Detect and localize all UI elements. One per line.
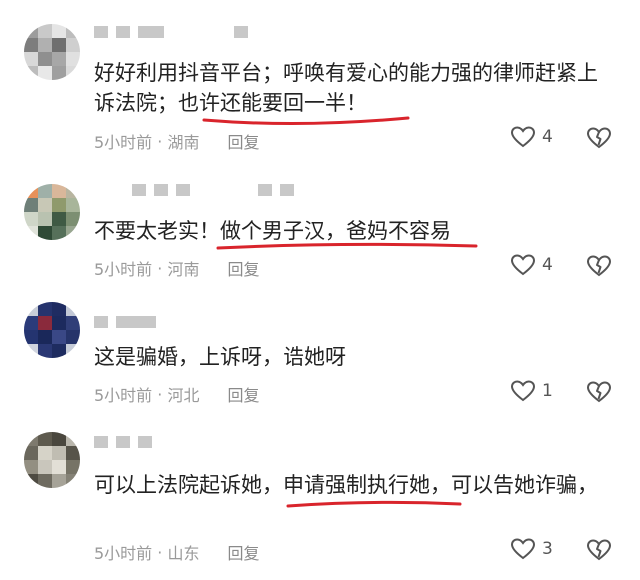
- username-blurred[interactable]: [94, 316, 156, 328]
- comment-location: 山东: [167, 544, 200, 563]
- like-count: 1: [542, 381, 553, 401]
- like-count: 3: [542, 539, 553, 559]
- comment-text: 不要太老实！做个男子汉，爸妈不容易: [94, 216, 614, 246]
- comment-meta: 5小时前 · 山东 回复: [94, 540, 259, 564]
- underlined-text: 申请强制执行她: [283, 473, 430, 497]
- reply-button[interactable]: 回复: [227, 540, 259, 564]
- like-button[interactable]: 4: [510, 253, 553, 277]
- like-count: 4: [542, 127, 553, 147]
- comment-time: 5小时前: [94, 133, 153, 152]
- comment-text: 这是骗婚，上诉呀，诰她呀: [94, 342, 614, 372]
- like-button[interactable]: 1: [510, 379, 553, 403]
- comment-meta: 5小时前 · 河北 回复: [94, 382, 259, 406]
- comment-text: 可以上法院起诉她，申请强制执行她，可以告她诈骗，: [94, 470, 614, 500]
- reply-button[interactable]: 回复: [227, 256, 259, 280]
- dislike-button[interactable]: [586, 538, 612, 566]
- broken-heart-icon: [586, 255, 612, 277]
- username-blurred[interactable]: [94, 436, 152, 448]
- like-button[interactable]: 3: [510, 537, 553, 561]
- comment-location: 河南: [167, 260, 200, 279]
- username-blurred[interactable]: [94, 26, 248, 38]
- reply-button[interactable]: 回复: [227, 129, 259, 153]
- comment-location: 河北: [167, 386, 200, 405]
- broken-heart-icon: [586, 381, 612, 403]
- comment-meta: 5小时前 · 河南 回复: [94, 256, 259, 280]
- comment-time: 5小时前: [94, 544, 153, 563]
- comment-time: 5小时前: [94, 386, 153, 405]
- comment-text-part: 这是骗婚，上诉呀，诰她呀: [94, 345, 346, 369]
- heart-icon: [510, 254, 536, 276]
- comment-meta: 5小时前 · 湖南 回复: [94, 129, 259, 153]
- comment-location: 湖南: [167, 133, 200, 152]
- underlined-text: 也许还能要回一半！: [178, 91, 367, 115]
- avatar[interactable]: [24, 302, 80, 358]
- comment-text-part: 不要太老实！: [94, 219, 220, 243]
- comment-text-part: ，可以告她诈骗，: [430, 473, 598, 497]
- dislike-button[interactable]: [586, 380, 612, 408]
- dislike-button[interactable]: [586, 126, 612, 154]
- like-button[interactable]: 4: [510, 125, 553, 149]
- username-blurred[interactable]: [94, 184, 294, 196]
- like-count: 4: [542, 255, 553, 275]
- dislike-button[interactable]: [586, 254, 612, 282]
- heart-icon: [510, 126, 536, 148]
- avatar[interactable]: [24, 24, 80, 80]
- avatar[interactable]: [24, 432, 80, 488]
- heart-icon: [510, 380, 536, 402]
- underlined-text: 做个男子汉，爸妈不容易: [220, 219, 451, 243]
- reply-button[interactable]: 回复: [227, 382, 259, 406]
- heart-icon: [510, 538, 536, 560]
- avatar[interactable]: [24, 184, 80, 240]
- comment-text: 好好利用抖音平台；呼唤有爱心的能力强的律师赶紧上诉法院；也许还能要回一半！: [94, 58, 614, 118]
- comment-text-part: 可以上法院起诉她，: [94, 473, 283, 497]
- broken-heart-icon: [586, 539, 612, 561]
- broken-heart-icon: [586, 127, 612, 149]
- comment-time: 5小时前: [94, 260, 153, 279]
